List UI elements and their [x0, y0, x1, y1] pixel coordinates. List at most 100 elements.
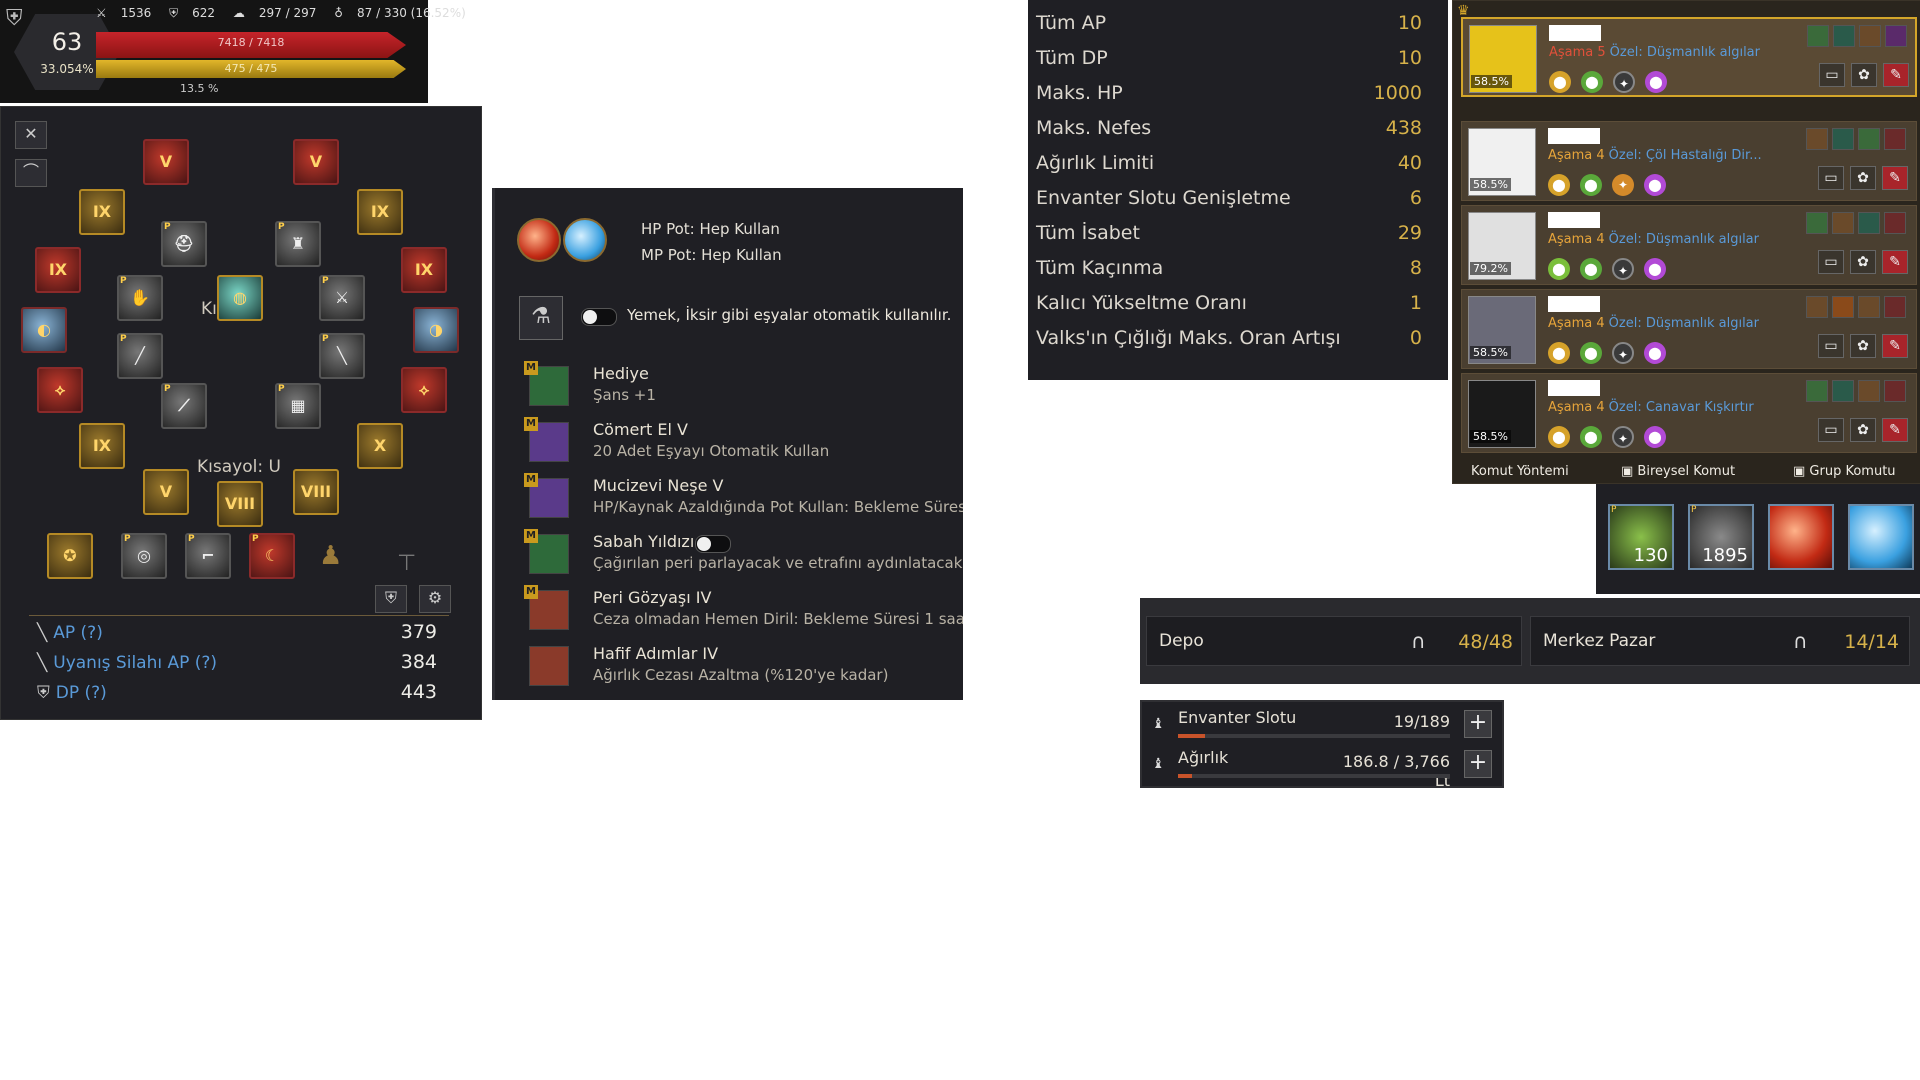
pet-feed-button[interactable]: ▭ [1818, 418, 1844, 442]
individual-command-tab[interactable]: ▣ Bireysel Komut [1621, 464, 1735, 479]
pet-card[interactable]: 79.2% Aşama 4 Özel: Düşmanlık algılar ⬤ ⬤… [1461, 205, 1917, 285]
necklace-slot[interactable]: ◐ [21, 307, 67, 353]
pet-card[interactable]: 58.5% Aşama 5 Özel: Düşmanlık algılar ⬤ ⬤… [1461, 17, 1917, 97]
pet-feed-button[interactable]: ▭ [1818, 166, 1844, 190]
pet-seal-button[interactable]: ✎ [1883, 63, 1909, 87]
flag-slot[interactable]: P ☾ [249, 533, 295, 579]
tool-slot[interactable]: P ⌐ [185, 533, 231, 579]
buff-title: Cömert El V [593, 420, 688, 439]
equipment-slot[interactable]: VIII [217, 481, 263, 527]
help-link[interactable]: (?) [81, 623, 103, 643]
food-auto-toggle[interactable] [581, 308, 617, 326]
group-command-tab[interactable]: ▣ Grup Komutu [1793, 464, 1896, 479]
crossed-swords-icon[interactable]: ✕ [15, 121, 47, 149]
buff-desc: Şans +1 [593, 386, 656, 404]
help-link[interactable]: (?) [195, 653, 217, 673]
paw-icon[interactable]: ✿ [1850, 250, 1876, 274]
pet-talent-icon [1807, 25, 1829, 47]
equipment-slot[interactable]: V [293, 139, 339, 185]
pet-talent-icon [1858, 128, 1880, 150]
equipment-slot[interactable]: IX [35, 247, 81, 293]
bag-icon: ♝ [1152, 716, 1165, 732]
equipment-slot[interactable]: IX [79, 189, 125, 235]
pet-skill-icon: ⬤ [1580, 174, 1602, 196]
stat-ap: 1536 [120, 6, 152, 20]
morning-star-toggle[interactable] [695, 535, 731, 553]
pet-feed-button[interactable]: ▭ [1818, 250, 1844, 274]
awakening-ap-row: ╲ Uyanış Silahı AP (?) [37, 653, 218, 673]
weapon-slot[interactable]: P ⚔ [319, 275, 365, 321]
shield-toggle-icon[interactable]: ⛨ [375, 585, 407, 613]
pet-seal-button[interactable]: ✎ [1882, 250, 1908, 274]
helmet-slot[interactable]: P ⛑ [161, 221, 207, 267]
scroll-slot[interactable]: P 1895 [1688, 504, 1754, 570]
ring-slot[interactable]: ⟡ [401, 367, 447, 413]
pet-talent-icon [1832, 212, 1854, 234]
paw-icon[interactable]: ✿ [1850, 166, 1876, 190]
pet-card[interactable]: 58.5% Aşama 4 Özel: Canavar Kışkırtır ⬤ ⬤… [1461, 373, 1917, 453]
food-auto-text: Yemek, İksir gibi eşyalar otomatik kulla… [627, 306, 952, 324]
pet-skill-icon: ⬤ [1549, 71, 1571, 93]
equipment-slot[interactable]: IX [401, 247, 447, 293]
total-label: Envanter Slotu Genişletme [1036, 187, 1291, 209]
equipment-slot[interactable]: V [143, 139, 189, 185]
equipment-slot[interactable]: IX [357, 189, 403, 235]
gloves-slot[interactable]: P ✋ [117, 275, 163, 321]
defense-icon: ⛨ [169, 6, 179, 20]
earring-slot[interactable]: ⟡ [37, 367, 83, 413]
buff-title: Hafif Adımlar IV [593, 644, 719, 663]
shoes-slot[interactable]: P ▦ [275, 383, 321, 429]
hat-icon: ♟ [319, 541, 343, 571]
storage-depot[interactable]: Depo ∩ 48/48 [1146, 616, 1522, 666]
total-label: Ağırlık Limiti [1036, 152, 1155, 174]
paw-icon[interactable]: ✿ [1850, 418, 1876, 442]
pet-info: Aşama 4 Özel: Düşmanlık algılar [1548, 232, 1759, 247]
pet-skill-icon: ✦ [1612, 426, 1634, 448]
dp-value: 443 [400, 681, 437, 703]
paw-icon[interactable]: ✿ [1851, 63, 1877, 87]
equipment-slot[interactable]: IX [79, 423, 125, 469]
central-market[interactable]: Merkez Pazar ∩ 14/14 [1530, 616, 1910, 666]
sword-slot[interactable]: P ╱ [117, 333, 163, 379]
sword-icon: ╲ [37, 623, 48, 643]
equipment-slot[interactable]: X [357, 423, 403, 469]
pet-feed-button[interactable]: ▭ [1818, 334, 1844, 358]
pet-talent-icon [1806, 380, 1828, 402]
artifact-slot[interactable]: ◍ [217, 275, 263, 321]
armor-slot[interactable]: P ♜ [275, 221, 321, 267]
mp-potion-slot[interactable] [1848, 504, 1914, 570]
gear-icon[interactable]: ⚙ [419, 585, 451, 613]
belt-slot[interactable]: ◑ [413, 307, 459, 353]
pet-skill-icon: ✦ [1612, 342, 1634, 364]
equipment-slot[interactable]: V [143, 469, 189, 515]
attack-icon: ⚔ [96, 6, 107, 20]
manacle-slot[interactable]: P ◎ [121, 533, 167, 579]
elixir-slot[interactable]: P 130 [1608, 504, 1674, 570]
paw-icon[interactable]: ✿ [1850, 334, 1876, 358]
mp-potion-icon[interactable] [563, 218, 607, 262]
pet-talent-icon [1884, 380, 1906, 402]
spear-slot[interactable]: P ╲ [319, 333, 365, 379]
inventory-slot-fill [1178, 734, 1206, 738]
inventory-slot-label: Envanter Slotu [1178, 708, 1297, 727]
lantern-slot[interactable]: P ⟋ [161, 383, 207, 429]
pickaxe-icon[interactable]: ⌒ [15, 159, 47, 187]
command-method-label: Komut Yöntemi [1471, 464, 1569, 479]
stat-dp: 622 [192, 6, 216, 20]
pet-seal-button[interactable]: ✎ [1882, 166, 1908, 190]
add-weight-button[interactable]: + [1464, 750, 1492, 778]
pet-feed-button[interactable]: ▭ [1819, 63, 1845, 87]
total-value: 438 [1385, 117, 1422, 139]
pet-hunger: 58.5% [1470, 178, 1511, 191]
hp-potion-slot[interactable] [1768, 504, 1834, 570]
total-value: 1 [1409, 292, 1422, 314]
pet-seal-button[interactable]: ✎ [1882, 418, 1908, 442]
add-slot-button[interactable]: + [1464, 710, 1492, 738]
pet-card[interactable]: 58.5% Aşama 4 Özel: Çöl Hastalığı Dir... … [1461, 121, 1917, 201]
hp-potion-icon[interactable] [517, 218, 561, 262]
pet-card[interactable]: 58.5% Aşama 4 Özel: Düşmanlık algılar ⬤ ⬤… [1461, 289, 1917, 369]
badge-slot[interactable]: ✪ [47, 533, 93, 579]
equipment-slot[interactable]: VIII [293, 469, 339, 515]
help-link[interactable]: (?) [85, 683, 107, 703]
pet-seal-button[interactable]: ✎ [1882, 334, 1908, 358]
